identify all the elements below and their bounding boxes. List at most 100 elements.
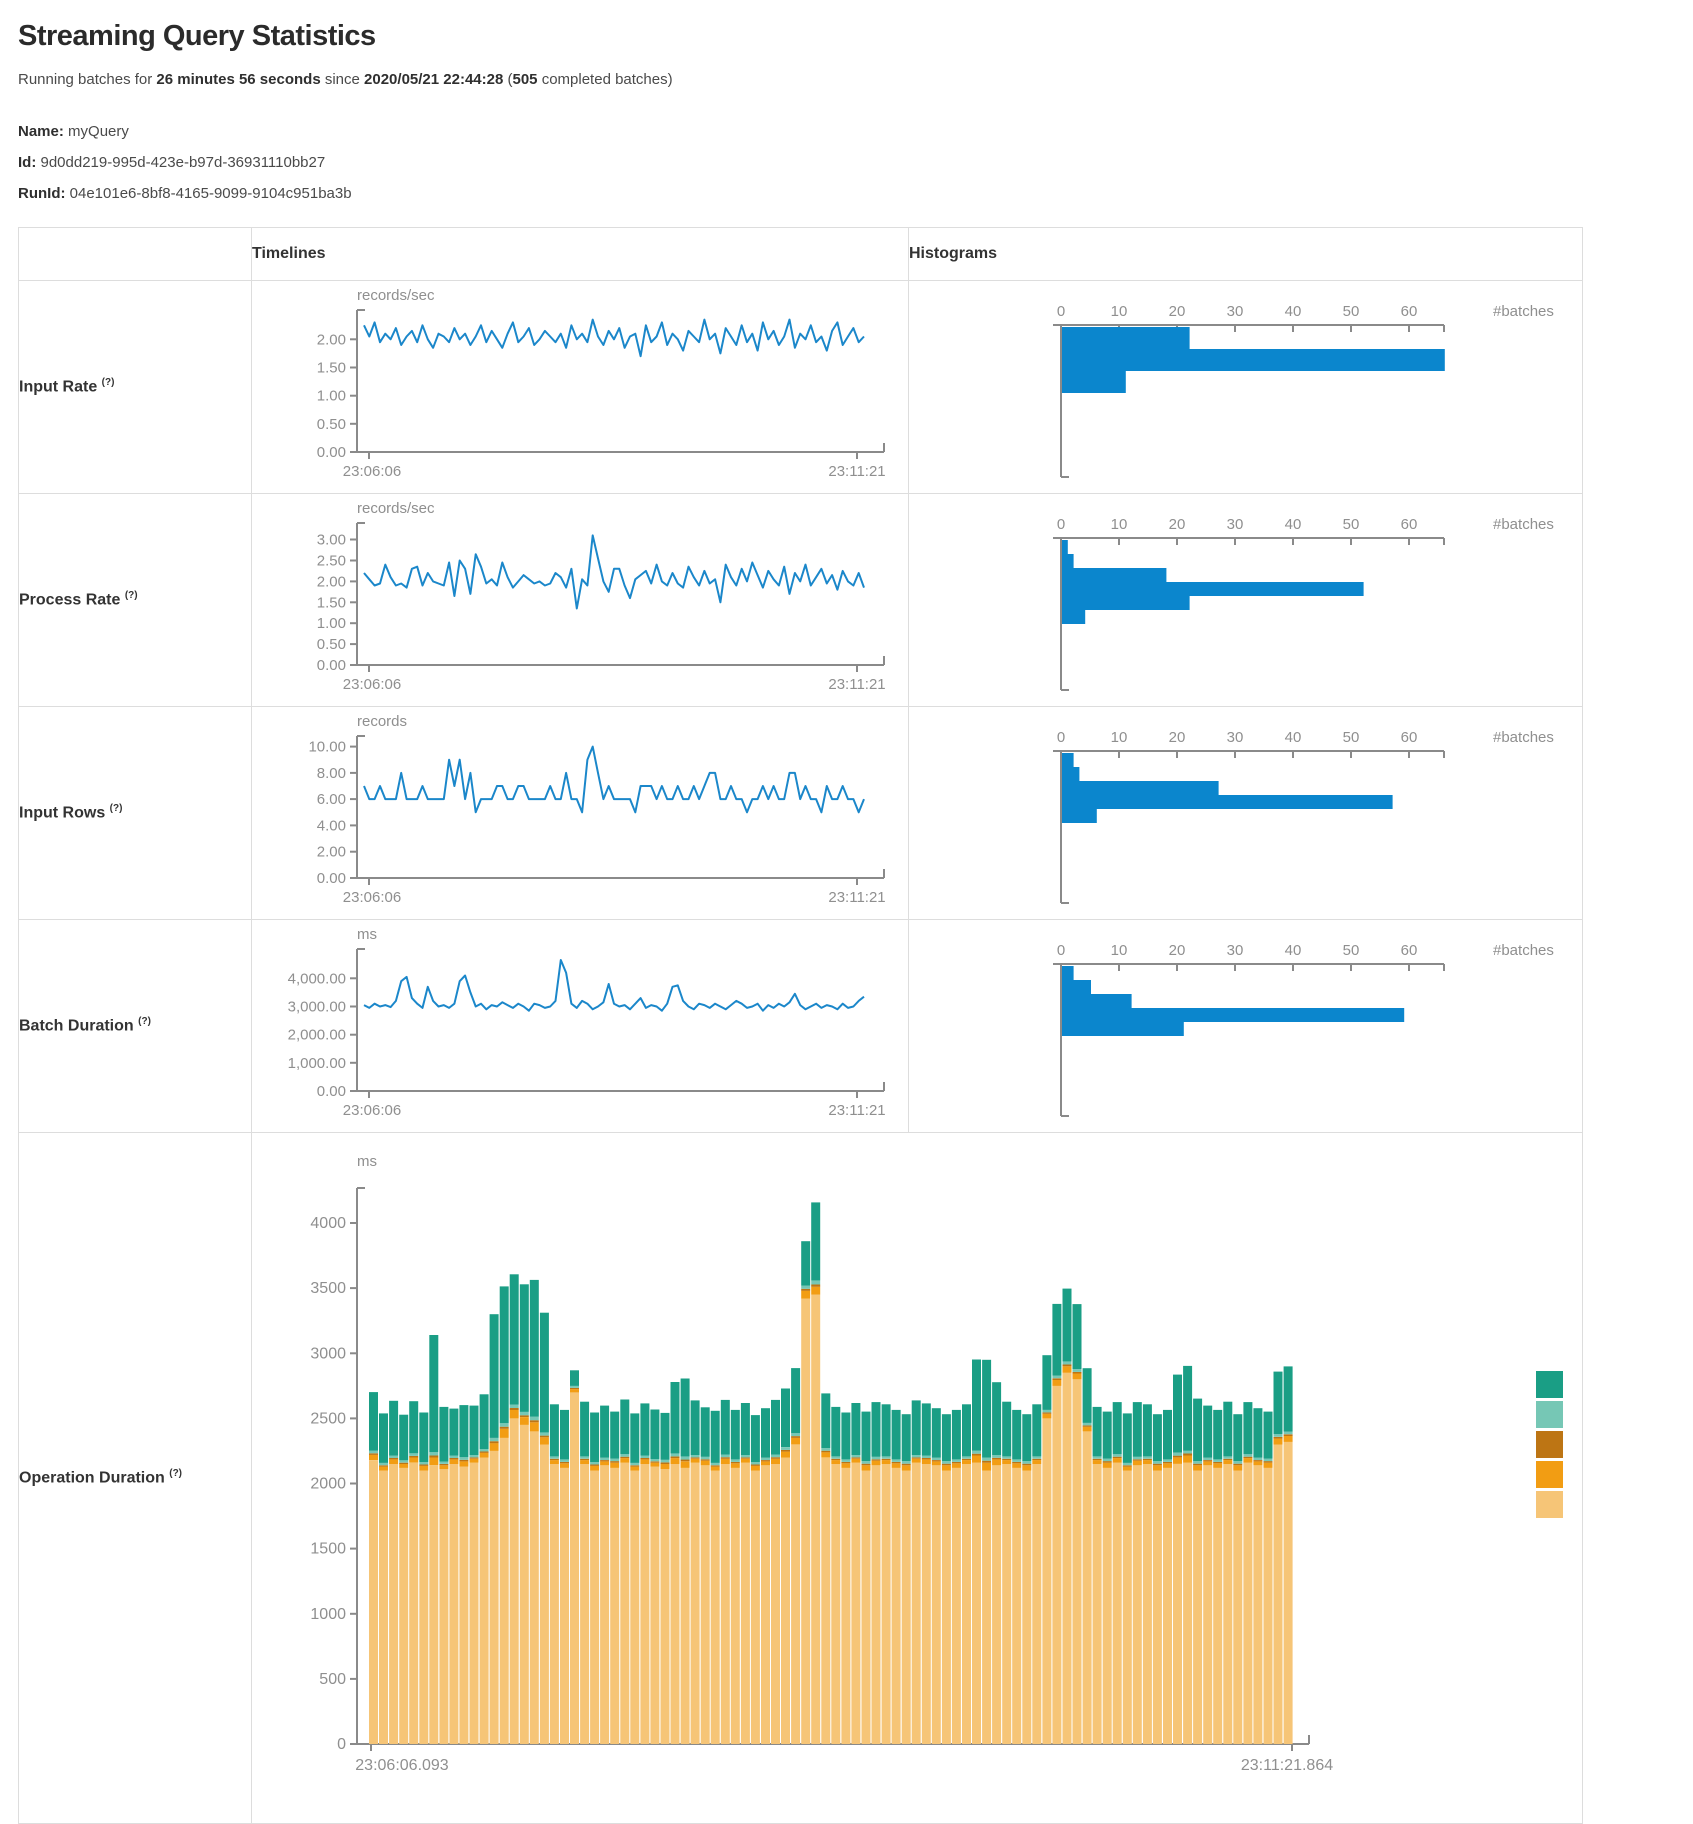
legend-swatch bbox=[1536, 1401, 1563, 1428]
process-rate-timeline-cell: 0.000.501.001.502.002.503.0023:06:0623:1… bbox=[252, 494, 909, 707]
svg-text:30: 30 bbox=[1227, 303, 1244, 320]
batch-duration-histogram-cell: 0102030405060#batches bbox=[909, 920, 1583, 1133]
help-icon[interactable]: (?) bbox=[138, 1016, 151, 1027]
input-rate-label-cell: Input Rate (?) bbox=[19, 281, 252, 494]
running-duration: 26 minutes 56 seconds bbox=[156, 71, 320, 88]
svg-text:2000: 2000 bbox=[310, 1475, 346, 1492]
batch-duration-timeline-cell: 0.001,000.002,000.003,000.004,000.0023:0… bbox=[252, 920, 909, 1133]
svg-text:60: 60 bbox=[1401, 729, 1418, 746]
legend-swatch bbox=[1536, 1491, 1563, 1518]
summary-text: ( bbox=[503, 71, 512, 88]
row-label: Batch Duration bbox=[19, 1018, 134, 1035]
svg-text:1.00: 1.00 bbox=[317, 615, 346, 632]
svg-text:1.00: 1.00 bbox=[317, 387, 346, 404]
svg-text:60: 60 bbox=[1401, 516, 1418, 533]
name-label: Name: bbox=[18, 123, 64, 140]
svg-text:ms: ms bbox=[357, 926, 377, 943]
svg-text:#batches: #batches bbox=[1493, 942, 1554, 959]
svg-text:1,000.00: 1,000.00 bbox=[288, 1054, 346, 1071]
start-timestamp: 2020/05/21 22:44:28 bbox=[364, 71, 503, 88]
svg-text:0.00: 0.00 bbox=[317, 1083, 346, 1100]
completed-batches-count: 505 bbox=[513, 71, 538, 88]
batch-duration-histogram-chart: 0102030405060#batches bbox=[909, 924, 1582, 1129]
help-icon[interactable]: (?) bbox=[102, 377, 115, 388]
svg-text:20: 20 bbox=[1169, 303, 1186, 320]
table-header-row: Timelines Histograms bbox=[19, 228, 1583, 281]
svg-text:10: 10 bbox=[1111, 729, 1128, 746]
svg-text:500: 500 bbox=[319, 1670, 346, 1687]
query-name-row: Name: myQuery bbox=[18, 118, 1693, 145]
statistics-table: Timelines Histograms Input Rate (?) 0.00… bbox=[18, 227, 1583, 1824]
svg-text:ms: ms bbox=[357, 1153, 377, 1170]
help-icon[interactable]: (?) bbox=[110, 803, 123, 814]
input-rows-row: Input Rows (?) 0.002.004.006.008.0010.00… bbox=[19, 707, 1583, 920]
help-icon[interactable]: (?) bbox=[169, 1468, 182, 1479]
svg-text:60: 60 bbox=[1401, 303, 1418, 320]
input-rate-timeline-cell: 0.000.501.001.502.0023:06:0623:11:21reco… bbox=[252, 281, 909, 494]
input-rows-histogram-cell: 0102030405060#batches bbox=[909, 707, 1583, 920]
svg-text:20: 20 bbox=[1169, 942, 1186, 959]
help-icon[interactable]: (?) bbox=[125, 590, 138, 601]
svg-text:40: 40 bbox=[1285, 942, 1302, 959]
svg-text:0: 0 bbox=[1057, 516, 1065, 533]
svg-text:0.00: 0.00 bbox=[317, 657, 346, 674]
legend-swatch bbox=[1536, 1431, 1563, 1458]
svg-text:50: 50 bbox=[1343, 942, 1360, 959]
svg-text:23:11:21.864: 23:11:21.864 bbox=[1241, 1757, 1333, 1774]
svg-text:3000: 3000 bbox=[310, 1345, 346, 1362]
input-rate-histogram-cell: 0102030405060#batches bbox=[909, 281, 1583, 494]
svg-text:23:11:21: 23:11:21 bbox=[828, 889, 885, 906]
svg-text:23:06:06: 23:06:06 bbox=[343, 1102, 401, 1119]
svg-text:20: 20 bbox=[1169, 516, 1186, 533]
svg-text:4,000.00: 4,000.00 bbox=[288, 970, 346, 987]
svg-text:3.00: 3.00 bbox=[317, 531, 346, 548]
legend-swatch bbox=[1536, 1371, 1563, 1398]
svg-text:40: 40 bbox=[1285, 303, 1302, 320]
svg-text:0: 0 bbox=[1057, 729, 1065, 746]
operation-duration-legend bbox=[1536, 1371, 1563, 1521]
svg-text:60: 60 bbox=[1401, 942, 1418, 959]
svg-text:#batches: #batches bbox=[1493, 729, 1554, 746]
svg-text:2.00: 2.00 bbox=[317, 843, 346, 860]
operation-duration-label-cell: Operation Duration (?) bbox=[19, 1133, 252, 1824]
summary-text: completed batches) bbox=[538, 71, 673, 88]
svg-text:40: 40 bbox=[1285, 729, 1302, 746]
operation-duration-chart-cell: 0500100015002000250030003500400023:06:06… bbox=[252, 1133, 1583, 1824]
process-rate-label-cell: Process Rate (?) bbox=[19, 494, 252, 707]
svg-text:4000: 4000 bbox=[310, 1215, 346, 1232]
batch-duration-label-cell: Batch Duration (?) bbox=[19, 920, 252, 1133]
svg-text:records: records bbox=[357, 713, 407, 730]
input-rows-label-cell: Input Rows (?) bbox=[19, 707, 252, 920]
process-rate-timeline-chart: 0.000.501.001.502.002.503.0023:06:0623:1… bbox=[252, 497, 908, 704]
row-label: Process Rate bbox=[19, 592, 120, 609]
svg-text:0.50: 0.50 bbox=[317, 636, 346, 653]
row-label: Operation Duration bbox=[19, 1470, 165, 1487]
svg-text:2,000.00: 2,000.00 bbox=[288, 1026, 346, 1043]
svg-text:8.00: 8.00 bbox=[317, 764, 346, 781]
svg-text:0: 0 bbox=[1057, 942, 1065, 959]
histograms-header: Histograms bbox=[909, 228, 1583, 281]
svg-text:10.00: 10.00 bbox=[308, 738, 346, 755]
svg-text:30: 30 bbox=[1227, 516, 1244, 533]
svg-text:4.00: 4.00 bbox=[317, 817, 346, 834]
timelines-header: Timelines bbox=[252, 228, 909, 281]
svg-text:#batches: #batches bbox=[1493, 516, 1554, 533]
input-rows-timeline-chart: 0.002.004.006.008.0010.0023:06:0623:11:2… bbox=[252, 710, 908, 917]
svg-text:50: 50 bbox=[1343, 729, 1360, 746]
svg-text:0.50: 0.50 bbox=[317, 415, 346, 432]
page: Streaming Query Statistics Running batch… bbox=[0, 0, 1693, 1824]
svg-text:20: 20 bbox=[1169, 729, 1186, 746]
svg-text:1500: 1500 bbox=[310, 1540, 346, 1557]
process-rate-histogram-chart: 0102030405060#batches bbox=[909, 498, 1582, 703]
svg-text:0: 0 bbox=[1057, 303, 1065, 320]
input-rate-timeline-chart: 0.000.501.001.502.0023:06:0623:11:21reco… bbox=[252, 284, 908, 491]
batch-duration-timeline-chart: 0.001,000.002,000.003,000.004,000.0023:0… bbox=[252, 923, 908, 1130]
legend-swatch bbox=[1536, 1461, 1563, 1488]
svg-text:1.50: 1.50 bbox=[317, 359, 346, 376]
page-title: Streaming Query Statistics bbox=[18, 20, 1693, 53]
row-label: Input Rate bbox=[19, 379, 97, 396]
input-rows-timeline-cell: 0.002.004.006.008.0010.0023:06:0623:11:2… bbox=[252, 707, 909, 920]
name-value: myQuery bbox=[64, 123, 129, 140]
svg-text:23:06:06: 23:06:06 bbox=[343, 463, 401, 480]
query-runid-row: RunId: 04e101e6-8bf8-4165-9099-9104c951b… bbox=[18, 180, 1693, 207]
